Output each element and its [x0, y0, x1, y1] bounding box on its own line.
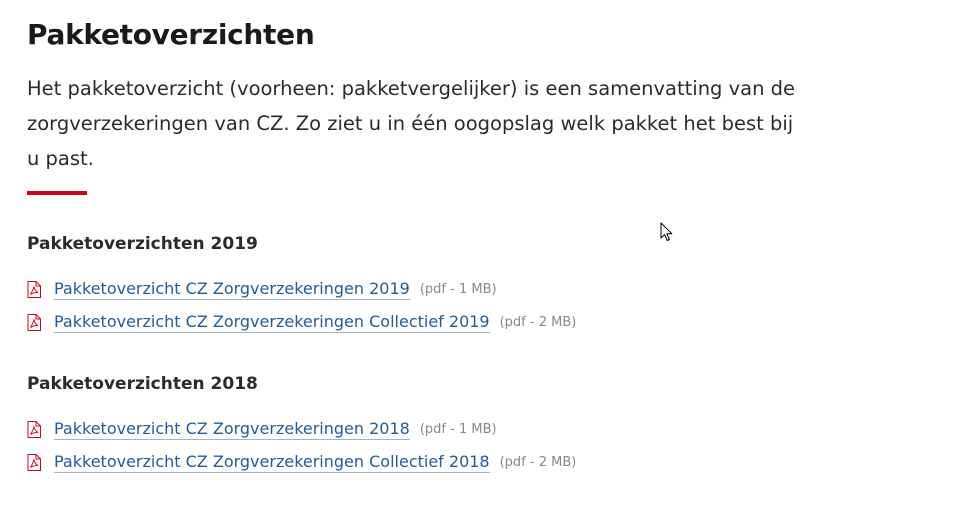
page-title: Pakketoverzichten	[27, 18, 315, 51]
document-item: Pakketoverzicht CZ Zorgverzekeringen Col…	[27, 446, 576, 479]
intro-text: Het pakketoverzicht (voorheen: pakketver…	[27, 77, 796, 170]
mouse-cursor-icon	[660, 222, 673, 241]
file-info: (pdf - 2 MB)	[499, 315, 577, 330]
document-link[interactable]: Pakketoverzicht CZ Zorgverzekeringen Col…	[54, 452, 490, 473]
document-list-2019: Pakketoverzicht CZ Zorgverzekeringen 201…	[27, 273, 576, 339]
document-item: Pakketoverzicht CZ Zorgverzekeringen 201…	[27, 273, 576, 306]
section-heading-2019: Pakketoverzichten 2019	[27, 234, 258, 254]
document-link[interactable]: Pakketoverzicht CZ Zorgverzekeringen Col…	[54, 312, 490, 333]
file-info: (pdf - 1 MB)	[419, 422, 497, 437]
file-info: (pdf - 2 MB)	[499, 455, 577, 470]
accent-divider	[27, 191, 87, 195]
pdf-icon	[27, 454, 41, 471]
section-heading-2018: Pakketoverzichten 2018	[27, 374, 258, 394]
document-list-2018: Pakketoverzicht CZ Zorgverzekeringen 201…	[27, 413, 576, 479]
document-link[interactable]: Pakketoverzicht CZ Zorgverzekeringen 201…	[54, 419, 410, 440]
pdf-icon	[27, 314, 41, 331]
pdf-icon	[27, 281, 41, 298]
document-link[interactable]: Pakketoverzicht CZ Zorgverzekeringen 201…	[54, 279, 410, 300]
document-item: Pakketoverzicht CZ Zorgverzekeringen 201…	[27, 413, 576, 446]
document-item: Pakketoverzicht CZ Zorgverzekeringen Col…	[27, 306, 576, 339]
file-info: (pdf - 1 MB)	[419, 282, 497, 297]
pdf-icon	[27, 421, 41, 438]
